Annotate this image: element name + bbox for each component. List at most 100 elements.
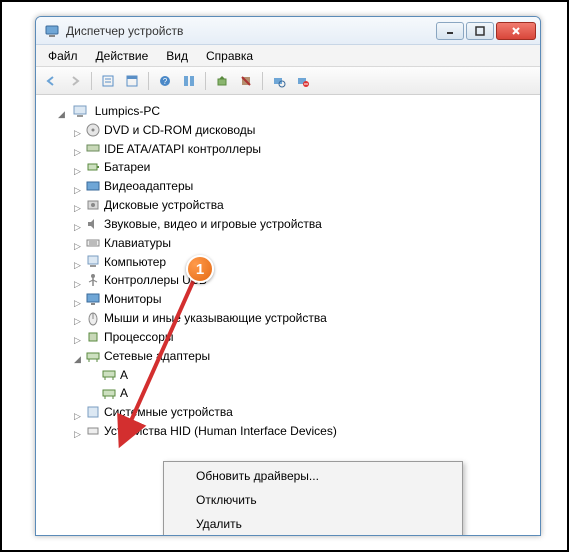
tree-item[interactable]: ▷ IDE ATA/ATAPI контроллеры	[72, 139, 536, 158]
tree-item-adapter[interactable]: A	[88, 365, 536, 384]
tree-item[interactable]: ▷ DVD и CD-ROM дисководы	[72, 120, 536, 139]
device-icon	[85, 178, 101, 194]
expand-icon[interactable]: ▷	[72, 407, 83, 418]
expand-icon[interactable]: ▷	[72, 331, 83, 342]
callout-1: 1	[186, 255, 214, 283]
menu-help[interactable]: Справка	[198, 47, 261, 65]
device-icon	[85, 310, 101, 326]
tree-item-label: Звуковые, видео и игровые устройства	[104, 217, 322, 231]
properties-button[interactable]	[97, 70, 119, 92]
expand-icon[interactable]: ▷	[72, 218, 83, 229]
close-button[interactable]	[496, 22, 536, 40]
window-title: Диспетчер устройств	[66, 24, 436, 38]
tree-item[interactable]: ▷ Видеоадаптеры	[72, 176, 536, 195]
uninstall-button[interactable]	[235, 70, 257, 92]
device-icon	[85, 404, 101, 420]
tree-item[interactable]: ◢ Сетевые адаптеры AA	[72, 346, 536, 402]
help-button[interactable]: ?	[154, 70, 176, 92]
tree-root[interactable]: ◢ Lumpics-PC ▷ DVD и CD-ROM дисководы ▷ IDE…	[56, 101, 536, 440]
device-icon	[85, 291, 101, 307]
ctx-disable[interactable]: Отключить	[166, 488, 460, 512]
scan-button[interactable]	[268, 70, 290, 92]
collapse-icon[interactable]: ◢	[72, 350, 83, 361]
view-button[interactable]	[121, 70, 143, 92]
root-label: Lumpics-PC	[95, 104, 160, 118]
maximize-button[interactable]	[466, 22, 494, 40]
expand-icon[interactable]: ▷	[72, 294, 83, 305]
menu-file[interactable]: Файл	[40, 47, 86, 65]
tree-item[interactable]: ▷ Устройства HID (Human Interface Devices…	[72, 421, 536, 440]
tree-item-label: Видеоадаптеры	[104, 179, 193, 193]
expand-icon[interactable]: ▷	[72, 162, 83, 173]
device-icon	[85, 122, 101, 138]
tree-item-label: Компьютер	[104, 254, 166, 268]
network-adapter-icon	[101, 385, 117, 401]
toolbar-sep	[205, 72, 206, 90]
menu-action[interactable]: Действие	[88, 47, 157, 65]
collapse-icon[interactable]: ◢	[56, 105, 67, 116]
device-icon	[85, 253, 101, 269]
device-icon	[85, 235, 101, 251]
tree-item-label: A	[120, 367, 128, 381]
device-tree[interactable]: ◢ Lumpics-PC ▷ DVD и CD-ROM дисководы ▷ IDE…	[36, 95, 540, 535]
titlebar: Диспетчер устройств	[36, 17, 540, 45]
update-button[interactable]	[211, 70, 233, 92]
minimize-button[interactable]	[436, 22, 464, 40]
back-button[interactable]	[40, 70, 62, 92]
menu-view[interactable]: Вид	[158, 47, 196, 65]
tree-item-label: Клавиатуры	[104, 236, 171, 250]
svg-text:?: ?	[163, 77, 168, 86]
tree-item-label: Системные устройства	[104, 405, 233, 419]
tree-item[interactable]: ▷ Клавиатуры	[72, 233, 536, 252]
expand-icon[interactable]: ▷	[72, 275, 83, 286]
disable-button[interactable]	[292, 70, 314, 92]
tree-item-adapter[interactable]: A	[88, 383, 536, 402]
forward-button[interactable]	[64, 70, 86, 92]
device-icon	[85, 216, 101, 232]
device-icon	[85, 140, 101, 156]
network-adapter-icon	[101, 366, 117, 382]
device-icon	[85, 348, 101, 364]
tree-item-label: IDE ATA/ATAPI контроллеры	[104, 141, 261, 155]
tree-item[interactable]: ▷Контроллеры USB	[72, 270, 536, 289]
tree-item-label: Мониторы	[104, 292, 161, 306]
tree-item-label: DVD и CD-ROM дисководы	[104, 123, 255, 137]
tree-item[interactable]: ▷Батареи	[72, 157, 536, 176]
tree-item-label: Устройства HID (Human Interface Devices)	[104, 424, 337, 438]
ctx-delete[interactable]: Удалить	[166, 512, 460, 535]
menubar: Файл Действие Вид Справка	[36, 45, 540, 67]
expand-icon[interactable]: ▷	[72, 256, 83, 267]
window-buttons	[436, 22, 536, 40]
tree-item[interactable]: ▷ Мыши и иные указывающие устройства	[72, 308, 536, 327]
tree-item[interactable]: ▷ Дисковые устройства	[72, 195, 536, 214]
toolbar-sep	[262, 72, 263, 90]
tree-item-label: Мыши и иные указывающие устройства	[104, 311, 327, 325]
tree-item-label: Сетевые адаптеры	[104, 349, 210, 363]
tree-item-label: Дисковые устройства	[104, 198, 224, 212]
tree-item[interactable]: ▷ Системные устройства	[72, 402, 536, 421]
expand-icon[interactable]: ▷	[72, 237, 83, 248]
device-icon	[85, 272, 101, 288]
toolbar-sep	[148, 72, 149, 90]
toolbar-sep	[91, 72, 92, 90]
tree-item[interactable]: ▷ Мониторы	[72, 289, 536, 308]
expand-icon[interactable]: ▷	[72, 425, 83, 436]
device-icon	[85, 159, 101, 175]
device-icon	[85, 329, 101, 345]
ctx-update-drivers[interactable]: Обновить драйверы...	[166, 464, 460, 488]
expand-icon[interactable]: ▷	[72, 199, 83, 210]
expand-icon[interactable]: ▷	[72, 143, 83, 154]
computer-icon	[72, 103, 88, 119]
expand-icon[interactable]: ▷	[72, 181, 83, 192]
expand-icon[interactable]: ▷	[72, 312, 83, 323]
app-icon	[44, 23, 60, 39]
tree-item[interactable]: ▷ Процессоры	[72, 327, 536, 346]
context-menu: Обновить драйверы... Отключить Удалить О…	[163, 461, 463, 535]
tree-item-label: A	[120, 386, 128, 400]
expand-icon[interactable]: ▷	[72, 124, 83, 135]
tree-item-label: Процессоры	[104, 330, 174, 344]
pane-button[interactable]	[178, 70, 200, 92]
tree-item[interactable]: ▷ Компьютер	[72, 252, 536, 271]
device-icon	[85, 423, 101, 439]
tree-item[interactable]: ▷ Звуковые, видео и игровые устройства	[72, 214, 536, 233]
